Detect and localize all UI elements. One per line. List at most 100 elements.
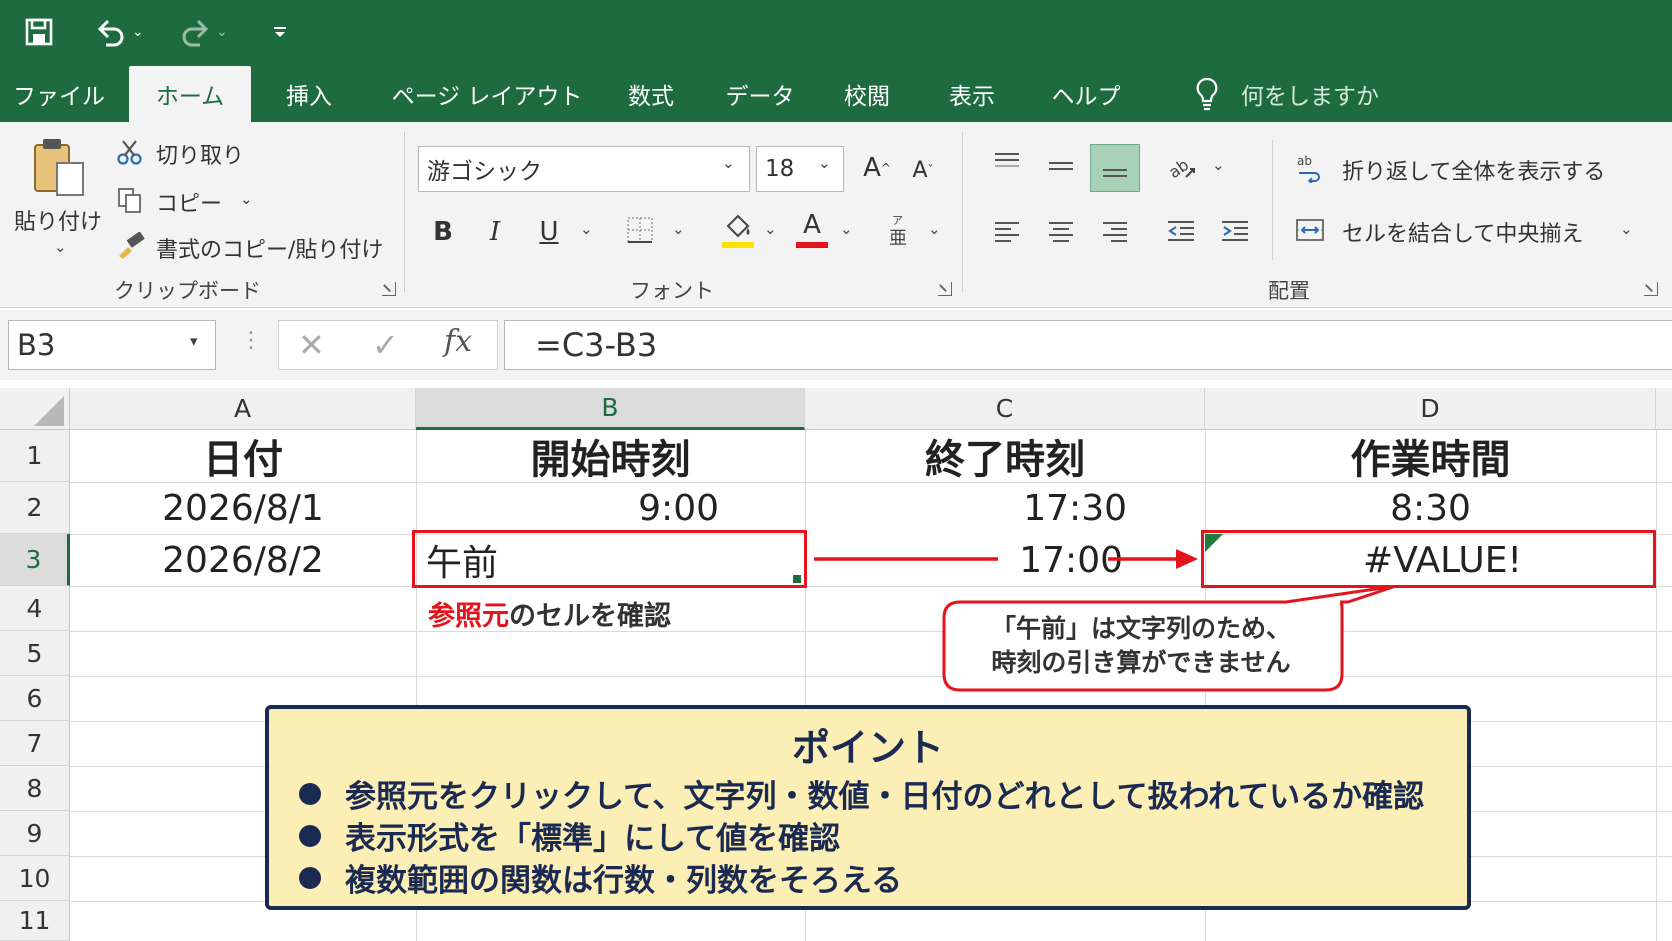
underline-button[interactable]: U — [532, 212, 566, 252]
row-header-4[interactable]: 4 — [0, 586, 70, 631]
row-header-2[interactable]: 2 — [0, 482, 70, 534]
name-box[interactable]: B3 — [8, 320, 216, 370]
column-header-c[interactable]: C — [805, 388, 1205, 430]
column-header-a[interactable]: A — [70, 388, 416, 430]
align-right-icon[interactable] — [1098, 214, 1132, 248]
orientation-dropdown-icon[interactable]: ⌄ — [1212, 156, 1225, 174]
redo-dropdown-icon[interactable]: ⌄ — [216, 24, 228, 40]
copy-button[interactable]: コピー — [156, 186, 222, 218]
font-name-dropdown-icon[interactable]: ⌄ — [722, 154, 735, 172]
phonetic-guide-icon[interactable]: ア亜 — [884, 212, 914, 248]
redo-icon[interactable]: ⌄ — [178, 14, 228, 50]
align-left-icon[interactable] — [990, 214, 1024, 248]
point-item: 参照元をクリックして、文字列・数値・日付のどれとして扱われているか確認 — [299, 771, 1424, 816]
cut-button[interactable]: 切り取り — [156, 138, 244, 170]
tab-review[interactable]: 校閲 — [832, 66, 902, 122]
enter-icon[interactable]: ✓ — [372, 326, 399, 364]
save-icon[interactable] — [24, 14, 54, 50]
tab-page-layout[interactable]: ページ レイアウト — [392, 66, 583, 122]
formula-input[interactable]: =C3-B3 — [504, 320, 1672, 370]
wrap-text-button[interactable]: 折り返して全体を表示する — [1342, 154, 1605, 186]
align-middle-icon[interactable] — [1044, 150, 1078, 184]
fill-color-dropdown-icon[interactable]: ⌄ — [764, 220, 777, 238]
column-header-e[interactable] — [1656, 388, 1672, 430]
row-header-11[interactable]: 11 — [0, 901, 70, 941]
align-bottom-button[interactable] — [1090, 144, 1140, 192]
align-center-icon[interactable] — [1044, 214, 1078, 248]
column-header-d[interactable]: D — [1205, 388, 1656, 430]
reference-hint-rest: のセルを確認 — [509, 601, 671, 632]
font-color-button[interactable]: A — [794, 210, 830, 250]
undo-dropdown-icon[interactable]: ⌄ — [132, 24, 144, 40]
increase-indent-icon[interactable] — [1218, 214, 1252, 248]
row-header-10[interactable]: 10 — [0, 856, 70, 901]
paste-button[interactable]: 貼り付け — [14, 204, 102, 236]
cell-d2[interactable]: 8:30 — [1205, 482, 1656, 534]
cell-b2[interactable]: 9:00 — [416, 482, 805, 534]
decrease-indent-icon[interactable] — [1164, 214, 1198, 248]
tab-home[interactable]: ホーム — [129, 66, 251, 122]
row-header-8[interactable]: 8 — [0, 766, 70, 811]
format-painter-button[interactable]: 書式のコピー/貼り付け — [156, 232, 383, 264]
grow-font-button[interactable]: A ^ — [860, 150, 894, 186]
paste-dropdown-icon[interactable]: ⌄ — [54, 238, 67, 256]
tab-formulas[interactable]: 数式 — [614, 66, 688, 122]
bold-button[interactable]: B — [426, 212, 460, 252]
tab-insert[interactable]: 挿入 — [274, 66, 344, 122]
alignment-launcher-icon[interactable] — [1644, 282, 1658, 296]
cell-b1[interactable]: 開始時刻 — [416, 430, 805, 482]
tab-file[interactable]: ファイル — [12, 66, 106, 122]
wrap-text-icon: ab — [1294, 152, 1326, 184]
clipboard-launcher-icon[interactable] — [382, 282, 396, 296]
row-header-3[interactable]: 3 — [0, 534, 70, 586]
row-header-9[interactable]: 9 — [0, 811, 70, 856]
undo-icon[interactable]: ⌄ — [94, 14, 144, 50]
phonetic-dropdown-icon[interactable]: ⌄ — [928, 220, 941, 238]
column-header-b[interactable]: B — [416, 388, 805, 430]
cell-a2[interactable]: 2026/8/1 — [70, 482, 416, 534]
name-box-dropdown-icon[interactable]: ▾ — [190, 332, 198, 350]
cell-c1[interactable]: 終了時刻 — [805, 430, 1205, 482]
select-all-button[interactable] — [0, 388, 70, 430]
borders-icon[interactable] — [624, 214, 656, 246]
tab-view[interactable]: 表示 — [935, 66, 1009, 122]
cell-a1[interactable]: 日付 — [70, 430, 416, 482]
row-header-1[interactable]: 1 — [0, 430, 70, 482]
row-header-7[interactable]: 7 — [0, 721, 70, 766]
point-title: ポイント — [791, 726, 944, 770]
active-cell-highlight — [412, 530, 807, 588]
cell-d1[interactable]: 作業時間 — [1205, 430, 1656, 482]
cancel-icon[interactable]: ✕ — [298, 326, 325, 364]
cell-c2[interactable]: 17:30 — [805, 482, 1205, 534]
font-name-select[interactable]: 游ゴシック — [418, 146, 750, 192]
reference-arrow-icon — [814, 549, 1198, 569]
gridline — [70, 676, 1672, 677]
lightbulb-icon[interactable] — [1192, 66, 1222, 122]
font-size-select[interactable]: 18 — [756, 146, 844, 192]
align-top-icon[interactable] — [990, 146, 1024, 180]
orientation-icon[interactable]: ab — [1164, 150, 1200, 184]
fill-color-icon[interactable] — [720, 210, 756, 250]
paste-icon[interactable] — [28, 134, 90, 200]
copy-dropdown-icon[interactable]: ⌄ — [240, 190, 253, 208]
tab-data[interactable]: データ — [720, 66, 800, 122]
cell-a3[interactable]: 2026/8/2 — [70, 534, 416, 586]
format-painter-icon — [116, 232, 146, 260]
row-header-6[interactable]: 6 — [0, 676, 70, 721]
bullet-icon — [299, 866, 321, 889]
merge-center-button[interactable]: セルを結合して中央揃え — [1342, 216, 1583, 248]
merge-dropdown-icon[interactable]: ⌄ — [1620, 220, 1633, 238]
font-color-dropdown-icon[interactable]: ⌄ — [840, 220, 853, 238]
underline-dropdown-icon[interactable]: ⌄ — [580, 220, 593, 238]
bubble-line-2: 時刻の引き算ができません — [991, 648, 1291, 677]
italic-button[interactable]: I — [478, 212, 512, 252]
row-header-5[interactable]: 5 — [0, 631, 70, 676]
font-launcher-icon[interactable] — [938, 282, 952, 296]
tab-help[interactable]: ヘルプ — [1046, 66, 1126, 122]
borders-dropdown-icon[interactable]: ⌄ — [672, 220, 685, 238]
shrink-font-button[interactable]: Aˇ — [906, 152, 940, 188]
tell-me-search[interactable]: 何をしますか — [1240, 66, 1380, 122]
font-size-dropdown-icon[interactable]: ⌄ — [818, 154, 831, 172]
customize-qat-icon[interactable] — [272, 14, 288, 50]
insert-function-icon[interactable]: fx — [444, 324, 472, 359]
